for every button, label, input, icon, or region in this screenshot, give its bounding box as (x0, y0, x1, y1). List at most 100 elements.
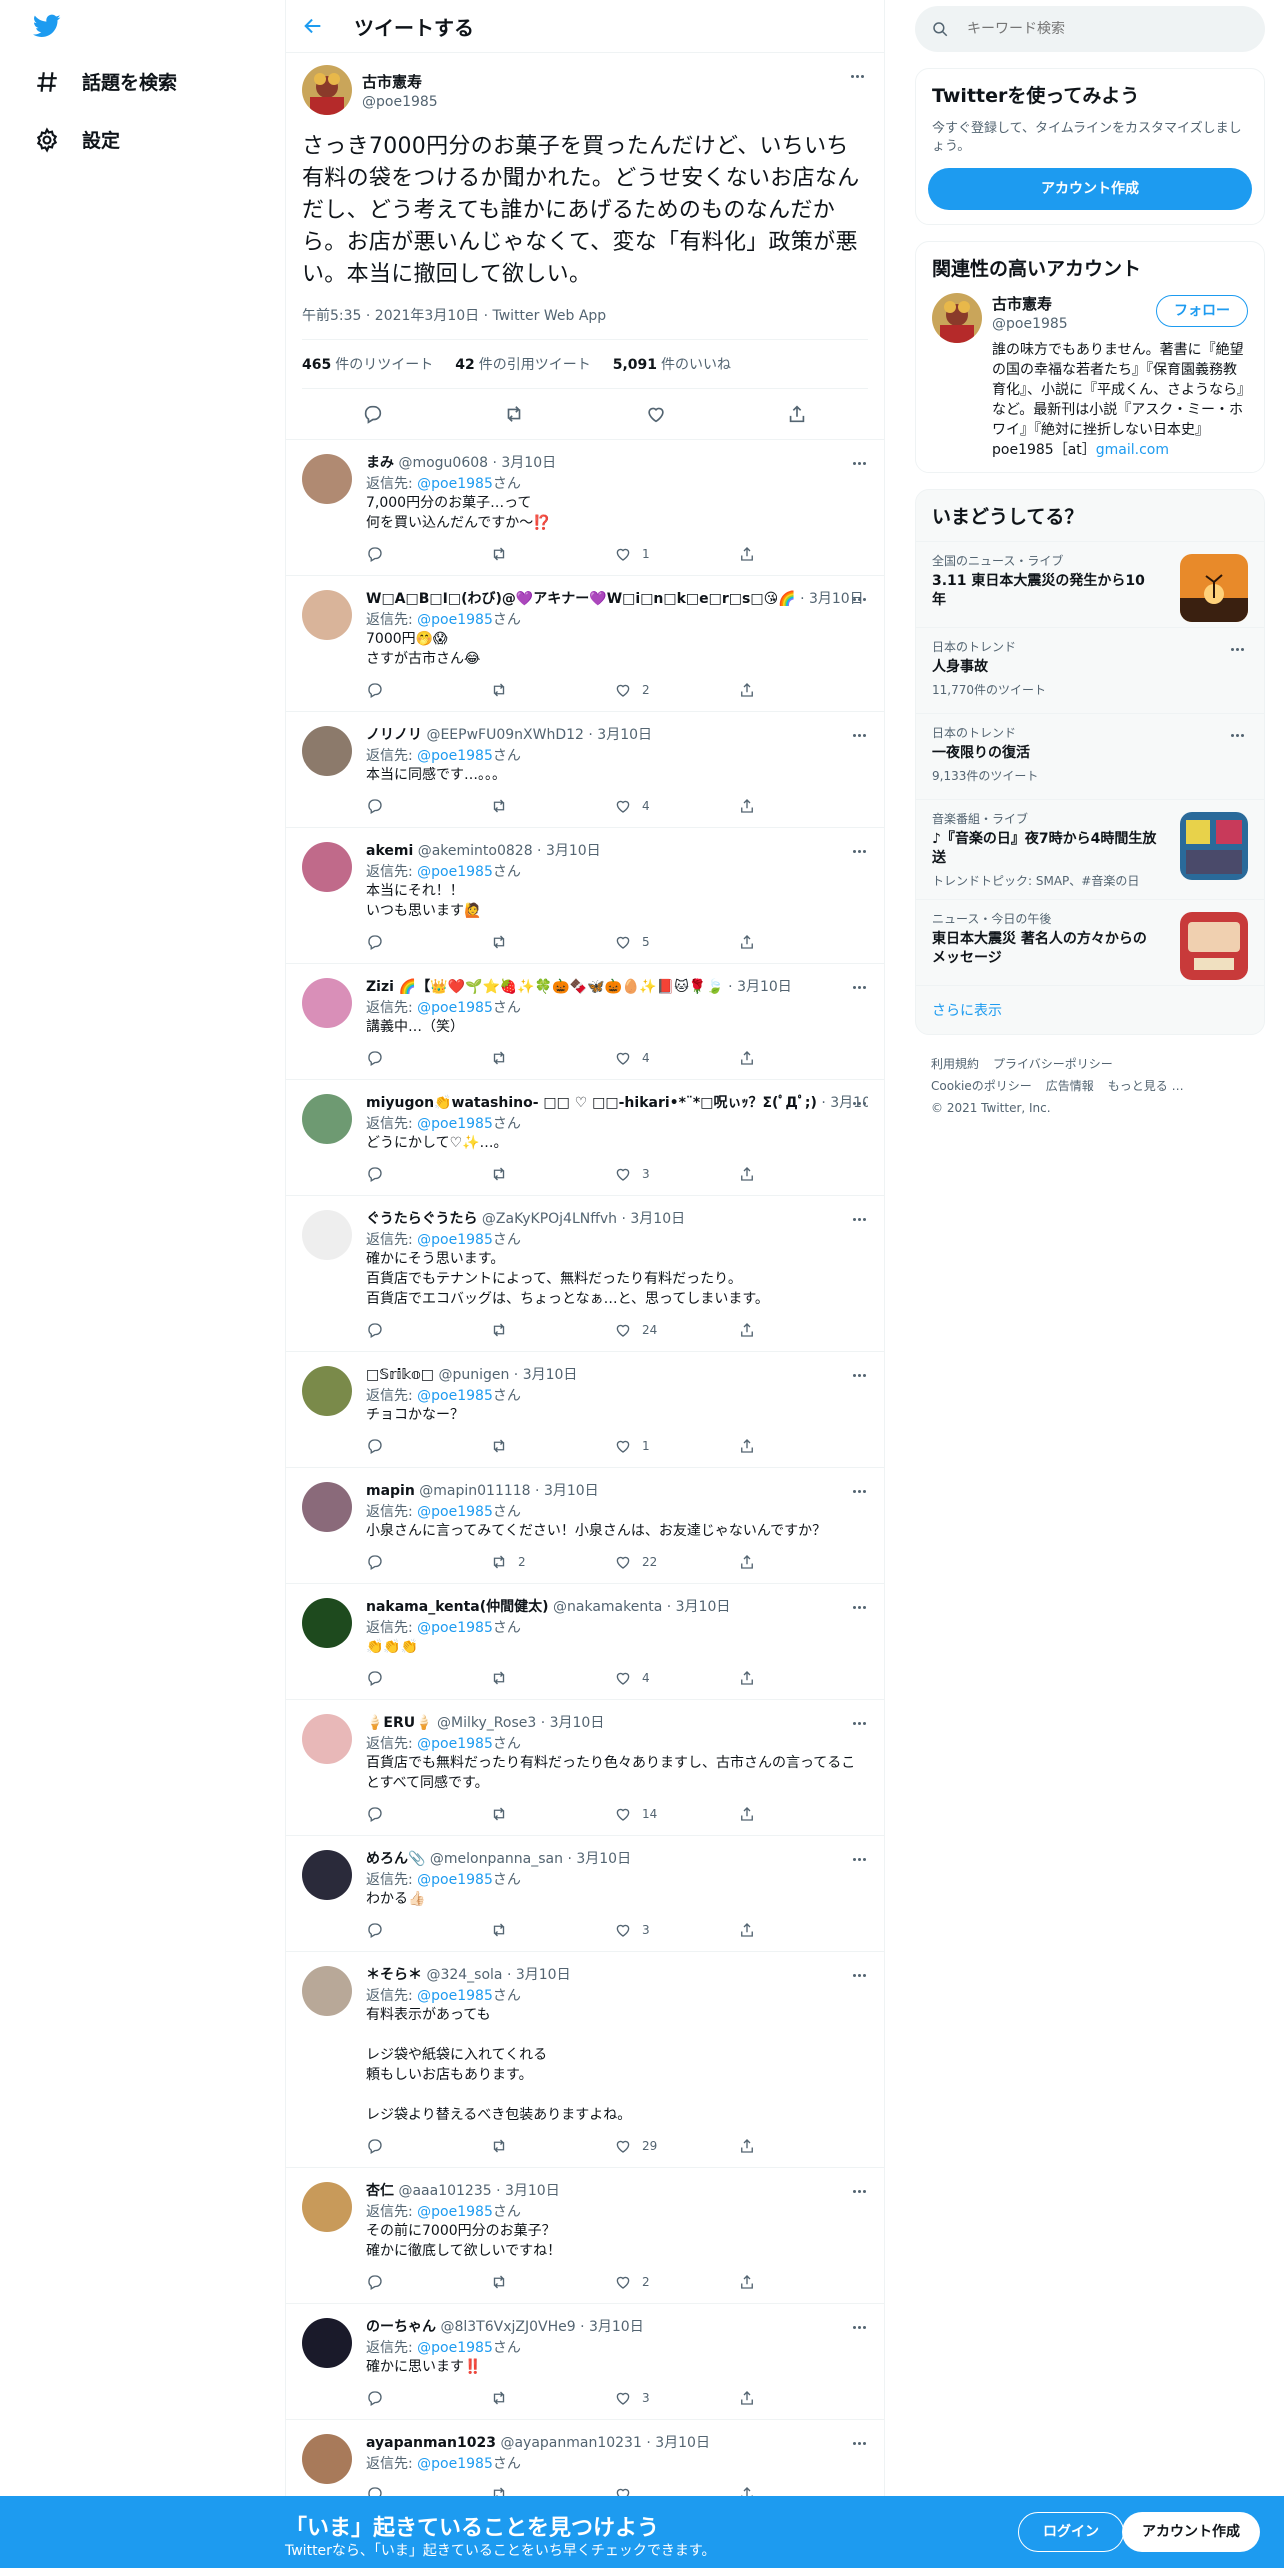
avatar[interactable] (302, 454, 352, 504)
reply-date[interactable]: · 3月10日 (563, 1851, 631, 1867)
reply-author-name[interactable]: 杏仁 (366, 2183, 394, 2199)
retweet-icon[interactable]: 2 (490, 1553, 614, 1571)
search-bar[interactable] (915, 6, 1265, 52)
reply-to-link[interactable]: @poe1985 (417, 2340, 493, 2356)
bio-link[interactable]: gmail.com (1096, 442, 1169, 458)
reply-date[interactable]: · 3月10日 (617, 1211, 685, 1227)
avatar[interactable] (302, 2182, 352, 2232)
tweet-meta[interactable]: 午前5:35 · 2021年3月10日 · Twitter Web App (302, 305, 868, 340)
share-icon[interactable] (738, 1165, 862, 1183)
reply-to-link[interactable]: @poe1985 (417, 1388, 493, 1404)
reply-author-handle[interactable]: @nakamakenta (553, 1599, 662, 1615)
reply-date[interactable]: · 3月10日 (509, 1367, 578, 1383)
reply-tweet[interactable]: 杏仁 @aaa101235 · 3月10日 返信先: @poe1985さん その前に… (286, 2168, 884, 2304)
create-account-button[interactable]: アカウント作成 (928, 168, 1252, 210)
footer-link[interactable]: 利用規約 (931, 1057, 979, 1071)
avatar[interactable] (302, 65, 352, 115)
share-icon[interactable] (738, 933, 862, 951)
share-icon[interactable] (738, 1321, 862, 1339)
reply-icon[interactable] (366, 1669, 490, 1687)
follow-button[interactable]: フォロー (1156, 295, 1248, 327)
reply-tweet[interactable]: Zizi 🌈【👑❤️🌱⭐🍓✨🍀🎃🍫🦋🎃🥚✨📕🐱🌹🍃 · 3月10日 返信先: @p… (286, 964, 884, 1080)
search-input[interactable] (967, 21, 1227, 37)
heart-icon[interactable]: 3 (614, 1921, 738, 1939)
more-icon[interactable] (848, 1366, 870, 1384)
login-button[interactable]: ログイン (1018, 2512, 1124, 2552)
heart-icon[interactable]: 4 (614, 797, 738, 815)
reply-icon[interactable] (366, 2273, 490, 2291)
avatar[interactable] (302, 1482, 352, 1532)
reply-author-name[interactable]: nakama_kenta(仲間健太) (366, 1599, 549, 1615)
heart-icon[interactable]: 22 (614, 1553, 738, 1571)
heart-icon[interactable]: 1 (614, 545, 738, 563)
reply-tweet[interactable]: ぐうたらぐうたら @ZaKyKPOj4LNffvh · 3月10日 返信先: @p… (286, 1196, 884, 1352)
heart-icon[interactable]: 2 (614, 681, 738, 699)
retweet-icon[interactable] (503, 403, 525, 425)
reply-icon[interactable] (366, 933, 490, 951)
more-icon[interactable] (848, 454, 870, 472)
reply-author-name[interactable]: Zizi 🌈【👑❤️🌱⭐🍓✨🍀🎃🍫🦋🎃🥚✨📕🐱🌹🍃 (366, 979, 724, 995)
heart-icon[interactable] (645, 403, 667, 425)
footer-link[interactable]: もっと見る … (1108, 1079, 1184, 1093)
reply-tweet[interactable]: 🍦ERU🍦 @Milky_Rose3 · 3月10日 返信先: @poe1985さ… (286, 1700, 884, 1836)
reply-author-name[interactable]: ノリノリ (366, 727, 422, 743)
reply-tweet[interactable]: のーちゃん @8l3T6VxjZJ0VHe9 · 3月10日 返信先: @poe1… (286, 2304, 884, 2420)
reply-icon[interactable] (366, 1805, 490, 1823)
reply-icon[interactable] (366, 1049, 490, 1067)
more-icon[interactable] (848, 1598, 870, 1616)
reply-author-name[interactable]: ＊そら＊ (366, 1967, 422, 1983)
avatar[interactable] (302, 1714, 352, 1764)
share-icon[interactable] (738, 2273, 862, 2291)
reply-tweet[interactable]: まみ @mogu0608 · 3月10日 返信先: @poe1985さん 7,000… (286, 440, 884, 576)
reply-date[interactable]: · 3月10日 (533, 843, 601, 859)
retweet-icon[interactable] (490, 2273, 614, 2291)
heart-icon[interactable]: 4 (614, 1049, 738, 1067)
reply-to-link[interactable]: @poe1985 (417, 1872, 493, 1888)
heart-icon[interactable]: 24 (614, 1321, 738, 1339)
heart-icon[interactable]: 29 (614, 2137, 738, 2155)
heart-icon[interactable]: 14 (614, 1805, 738, 1823)
retweet-icon[interactable] (490, 1669, 614, 1687)
reply-to-link[interactable]: @poe1985 (417, 1000, 493, 1016)
retweet-icon[interactable] (490, 681, 614, 699)
reply-date[interactable]: · 3月10日 (662, 1599, 731, 1615)
retweet-icon[interactable] (490, 1805, 614, 1823)
heart-icon[interactable]: 3 (614, 1165, 738, 1183)
avatar[interactable] (302, 1210, 352, 1260)
reply-author-name[interactable]: ぐうたらぐうたら (366, 1211, 477, 1227)
reply-to-link[interactable]: @poe1985 (417, 1620, 493, 1636)
reply-author-name[interactable]: mapin (366, 1483, 415, 1499)
more-icon[interactable] (848, 2182, 870, 2200)
reply-author-handle[interactable]: @akeminto0828 (418, 843, 533, 859)
retweet-icon[interactable] (490, 545, 614, 563)
author-name[interactable]: 古市憲寿 (362, 71, 438, 92)
reply-tweet[interactable]: mapin @mapin011118 · 3月10日 返信先: @poe1985さ… (286, 1468, 884, 1584)
reply-icon[interactable] (366, 545, 490, 563)
avatar[interactable] (302, 2434, 352, 2484)
back-arrow-icon[interactable] (302, 15, 324, 37)
reply-to-link[interactable]: @poe1985 (417, 2204, 493, 2220)
twitter-bird-icon[interactable] (30, 12, 64, 40)
footer-link[interactable]: プライバシーポリシー (993, 1057, 1113, 1071)
more-icon[interactable] (848, 1714, 870, 1732)
more-icon[interactable] (848, 590, 870, 608)
reply-icon[interactable] (366, 1165, 490, 1183)
share-icon[interactable] (738, 545, 862, 563)
more-icon[interactable] (848, 2318, 870, 2336)
reply-author-handle[interactable]: @8l3T6VxjZJ0VHe9 (440, 2319, 575, 2335)
quote-count-link[interactable]: 42 件の引用ツイート (455, 354, 590, 374)
trend-item[interactable]: 日本のトレンド 一夜限りの復活 9,133件のツイート (916, 713, 1264, 799)
avatar[interactable] (302, 842, 352, 892)
reply-icon[interactable] (366, 797, 490, 815)
avatar[interactable] (302, 590, 352, 640)
reply-tweet[interactable]: nakama_kenta(仲間健太) @nakamakenta · 3月10日返… (286, 1584, 884, 1700)
more-icon[interactable] (1226, 640, 1248, 658)
share-icon[interactable] (738, 1805, 862, 1823)
reply-to-link[interactable]: @poe1985 (417, 748, 493, 764)
more-icon[interactable] (848, 726, 870, 744)
heart-icon[interactable]: 5 (614, 933, 738, 951)
reply-author-name[interactable]: ayapanman1023 (366, 2435, 496, 2451)
reply-to-link[interactable]: @poe1985 (417, 1988, 493, 2004)
share-icon[interactable] (786, 403, 808, 425)
reply-icon[interactable] (366, 1437, 490, 1455)
